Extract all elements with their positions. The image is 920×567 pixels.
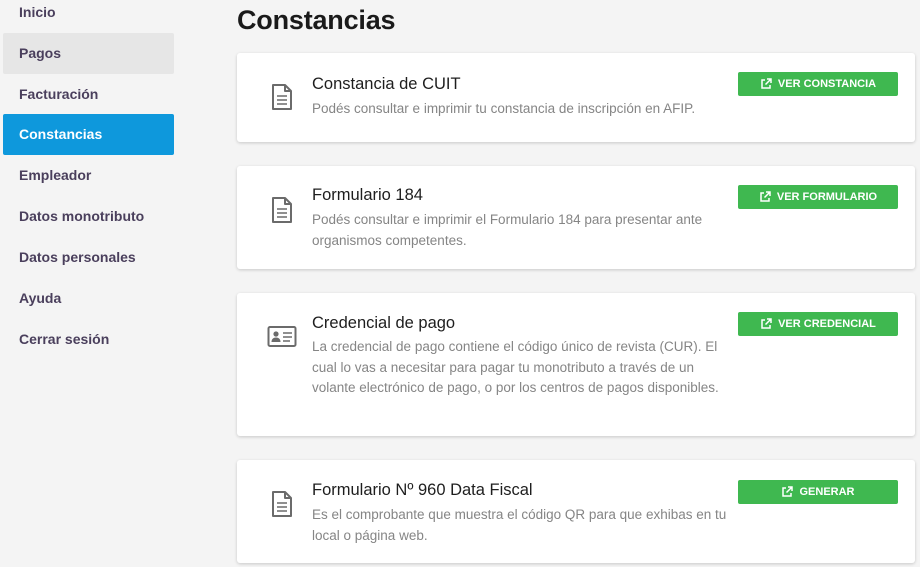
button-label: VER FORMULARIO: [776, 191, 878, 203]
ver-credencial-button[interactable]: VER CREDENCIAL: [738, 312, 898, 336]
card-description: Podés consultar e imprimir tu constancia…: [312, 101, 696, 116]
ver-formulario-button[interactable]: VER FORMULARIO: [738, 185, 898, 209]
card-description: Es el comprobante que muestra el código …: [312, 507, 727, 543]
sidebar-item-cerrar-sesion[interactable]: Cerrar sesión: [3, 319, 174, 360]
generar-button[interactable]: GENERAR: [738, 480, 898, 504]
card-formulario-960: Formulario Nº 960 Data Fiscal Es el comp…: [237, 460, 915, 563]
card-formulario-184: Formulario 184 Podés consultar e imprimi…: [237, 166, 915, 269]
card-title: Credencial de pago: [312, 314, 456, 332]
ver-constancia-button[interactable]: VER CONSTANCIA: [738, 72, 898, 96]
sidebar-item-constancias[interactable]: Constancias: [3, 114, 174, 155]
id-card-icon: [267, 322, 297, 352]
card-title: Formulario Nº 960 Data Fiscal: [312, 481, 533, 499]
sidebar-item-facturacion[interactable]: Facturación: [3, 74, 174, 115]
card-title: Constancia de CUIT: [312, 75, 461, 93]
sidebar-item-datos-monotributo[interactable]: Datos monotributo: [3, 196, 174, 237]
button-label: GENERAR: [799, 486, 855, 498]
document-icon: [267, 195, 297, 225]
document-icon: [267, 82, 297, 112]
external-link-icon: [760, 191, 771, 202]
document-icon: [267, 489, 297, 519]
sidebar-item-pagos[interactable]: Pagos: [3, 33, 174, 74]
sidebar-item-datos-personales[interactable]: Datos personales: [3, 237, 174, 278]
card-title: Formulario 184: [312, 186, 423, 204]
sidebar-item-ayuda[interactable]: Ayuda: [3, 278, 174, 319]
card-description: La credencial de pago contiene el código…: [312, 339, 719, 395]
external-link-icon: [782, 486, 794, 497]
button-label: VER CONSTANCIA: [777, 78, 877, 90]
sidebar: Inicio Pagos Facturación Constancias Emp…: [0, 0, 178, 567]
card-credencial-pago: Credencial de pago La credencial de pago…: [237, 293, 915, 436]
card-description: Podés consultar e imprimir el Formulario…: [312, 212, 703, 248]
sidebar-item-inicio[interactable]: Inicio: [3, 0, 174, 33]
page-title: Constancias: [237, 5, 396, 35]
external-link-icon: [761, 318, 772, 329]
card-constancia-cuit: Constancia de CUIT Podés consultar e imp…: [237, 53, 915, 142]
sidebar-item-empleador[interactable]: Empleador: [3, 155, 174, 196]
external-link-icon: [761, 78, 772, 89]
button-label: VER CREDENCIAL: [778, 318, 876, 330]
